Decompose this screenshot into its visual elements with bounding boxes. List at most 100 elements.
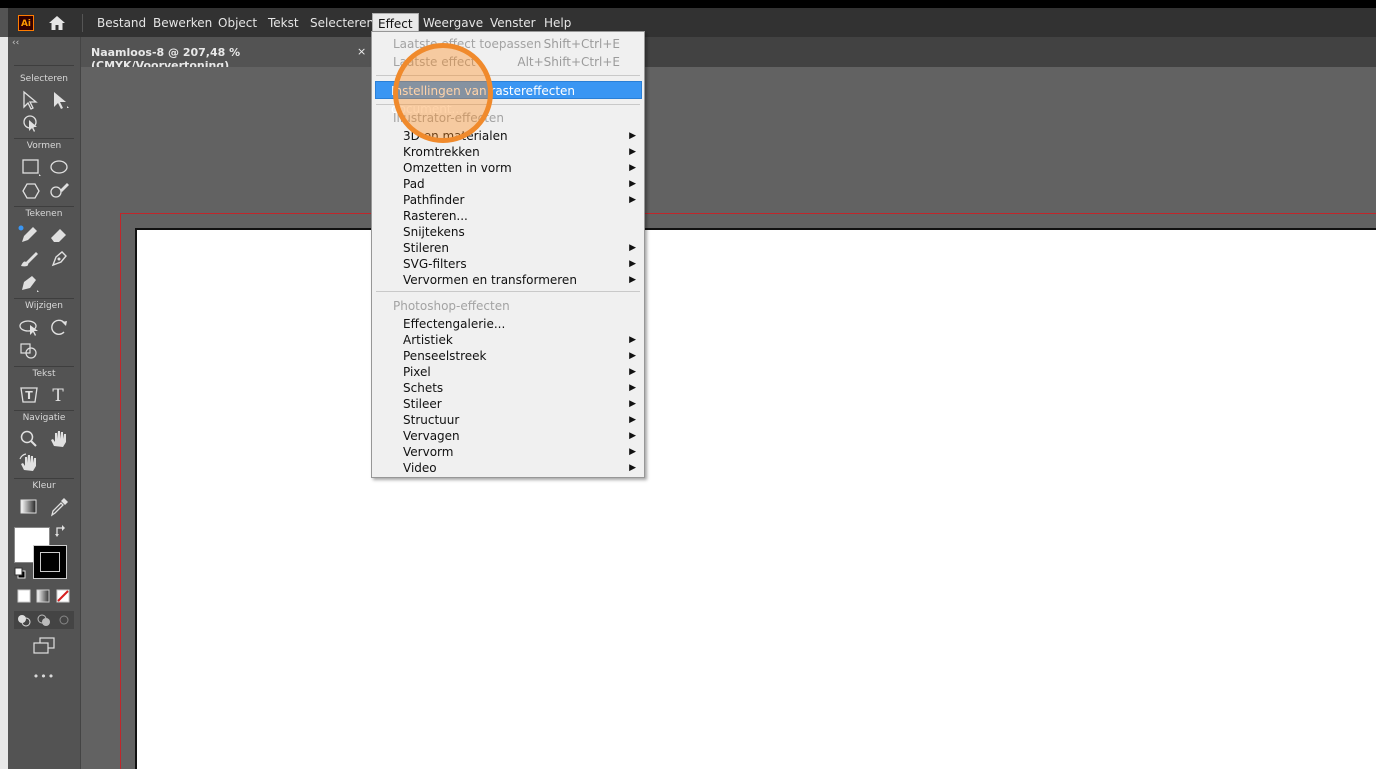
menu-tekst[interactable]: Tekst [263, 13, 304, 33]
menu-help[interactable]: Help [539, 13, 576, 33]
submenu-arrow-icon: ▶ [629, 243, 636, 253]
rotate-tool-icon[interactable] [48, 317, 70, 337]
eraser-tool-icon[interactable] [48, 225, 70, 245]
group-selection-tool-icon[interactable] [20, 114, 42, 134]
document-tab-bar: Naamloos-8 @ 207,48 % (CMYK/Voorvertonin… [81, 37, 1376, 72]
artboard[interactable] [135, 228, 1376, 769]
home-icon[interactable] [48, 14, 66, 32]
menu-item-omzetten-in-vorm[interactable]: Omzetten in vorm ▶ [372, 160, 644, 176]
close-icon[interactable]: × [357, 45, 366, 58]
click-highlight-circle [393, 43, 493, 143]
submenu-arrow-icon: ▶ [629, 415, 636, 425]
menu-item-schets[interactable]: Schets ▶ [372, 380, 644, 396]
stroke-swatch-inner [40, 552, 60, 572]
menu-item-vervormen-en-transformeren[interactable]: Vervormen en transformeren ▶ [372, 272, 644, 288]
gradient-mode-icon[interactable] [35, 588, 51, 604]
eyedropper-tool-icon[interactable] [48, 497, 70, 517]
menu-venster[interactable]: Venster [485, 13, 541, 33]
paintbrush-tool-icon[interactable] [18, 249, 40, 269]
menu-bewerken[interactable]: Bewerken [148, 13, 217, 33]
menu-item-snijtekens[interactable]: Snijtekens [372, 224, 644, 240]
submenu-arrow-icon: ▶ [629, 275, 636, 285]
panel-divider [14, 366, 74, 367]
menu-item-stileren[interactable]: Stileren ▶ [372, 240, 644, 256]
group-label-tekst: Tekst [32, 369, 56, 379]
menu-effect[interactable]: Effect [372, 13, 419, 33]
submenu-arrow-icon: ▶ [629, 147, 636, 157]
polygon-tool-icon[interactable] [20, 181, 42, 201]
menu-weergave[interactable]: Weergave [418, 13, 488, 33]
menu-item-vervorm[interactable]: Vervorm ▶ [372, 444, 644, 460]
none-mode-icon[interactable] [55, 588, 71, 604]
menu-item-rasteren[interactable]: Rasteren... [372, 208, 644, 224]
touch-type-tool-icon[interactable]: T [18, 385, 40, 405]
group-label-vormen: Vormen [26, 141, 62, 151]
selection-tool-icon[interactable] [20, 90, 42, 110]
menu-item-label: Video [403, 461, 437, 475]
menu-separator [82, 14, 83, 32]
gradient-tool-icon[interactable] [18, 497, 40, 517]
pencil-tool-icon[interactable] [18, 225, 40, 245]
menu-item-apply-last-effect: Laatste effect toepassen Shift+Ctrl+E [393, 37, 620, 51]
submenu-arrow-icon: ▶ [629, 335, 636, 345]
draw-behind-icon[interactable] [36, 612, 52, 628]
illustrator-logo-icon: Ai [18, 15, 34, 31]
menu-item-pixel[interactable]: Pixel ▶ [372, 364, 644, 380]
submenu-arrow-icon: ▶ [629, 447, 636, 457]
svg-text:T: T [52, 386, 64, 405]
swap-colors-icon[interactable] [54, 524, 68, 538]
rotate-view-tool-icon[interactable] [18, 453, 40, 473]
menu-item-structuur[interactable]: Structuur ▶ [372, 412, 644, 428]
menu-item-pathfinder[interactable]: Pathfinder ▶ [372, 192, 644, 208]
menu-item-label: Stileren [403, 241, 450, 255]
menu-item-vervagen[interactable]: Vervagen ▶ [372, 428, 644, 444]
tools-panel: ‹‹ Selecteren Vormen Tekenen Wijzigen Te… [8, 37, 81, 769]
svg-text:T: T [25, 389, 33, 402]
menu-selecteren[interactable]: Selecteren [305, 13, 379, 33]
width-tool-icon[interactable] [18, 317, 40, 337]
menu-item-label: Effectengalerie... [403, 317, 506, 331]
screen-mode-icon[interactable] [32, 637, 56, 655]
blob-brush-tool-icon[interactable] [48, 249, 70, 269]
shaper-tool-icon[interactable] [48, 181, 70, 201]
default-colors-icon[interactable] [14, 567, 26, 579]
draw-inside-icon[interactable] [56, 612, 72, 628]
direct-selection-tool-icon[interactable] [50, 90, 72, 110]
menu-item-label: Stileer [403, 397, 442, 411]
menu-item-label: Vervormen en transformeren [403, 273, 577, 287]
ellipse-tool-icon[interactable] [48, 157, 70, 177]
menu-item-artistiek[interactable]: Artistiek ▶ [372, 332, 644, 348]
menu-item-effectengalerie[interactable]: Effectengalerie... [372, 316, 644, 332]
menu-item-video[interactable]: Video ▶ [372, 460, 644, 476]
menu-item-label: Omzetten in vorm [403, 161, 512, 175]
menu-bestand[interactable]: Bestand [92, 13, 151, 33]
submenu-arrow-icon: ▶ [629, 131, 636, 141]
pen-tool-icon[interactable] [18, 273, 40, 293]
panel-divider [14, 138, 74, 139]
shape-builder-tool-icon[interactable] [18, 341, 40, 361]
collapse-panel-icon[interactable]: ‹‹ [12, 38, 19, 48]
menu-item-label: Vervorm [403, 445, 454, 459]
group-label-wijzigen: Wijzigen [25, 301, 63, 311]
panel-divider [14, 65, 74, 66]
menu-bar: Ai Bestand Bewerken Object Tekst Selecte… [8, 8, 1376, 37]
panel-divider [14, 298, 74, 299]
menu-item-stileer[interactable]: Stileer ▶ [372, 396, 644, 412]
zoom-tool-icon[interactable] [18, 429, 40, 449]
submenu-arrow-icon: ▶ [629, 367, 636, 377]
color-mode-icon[interactable] [16, 588, 32, 604]
menu-object[interactable]: Object [213, 13, 262, 33]
rectangle-tool-icon[interactable] [20, 157, 42, 177]
menu-item-kromtrekken[interactable]: Kromtrekken ▶ [372, 144, 644, 160]
group-label-navigatie: Navigatie [22, 413, 66, 423]
more-tools-icon[interactable]: ••• [8, 670, 80, 683]
stroke-swatch[interactable] [33, 545, 67, 579]
menu-item-penseelstreek[interactable]: Penseelstreek ▶ [372, 348, 644, 364]
menu-item-pad[interactable]: Pad ▶ [372, 176, 644, 192]
document-tab[interactable]: Naamloos-8 @ 207,48 % (CMYK/Voorvertonin… [81, 37, 372, 72]
type-tool-icon[interactable]: T [48, 385, 70, 405]
hand-tool-icon[interactable] [48, 429, 70, 449]
menu-item-label: Rasteren... [403, 209, 468, 223]
menu-item-svg-filters[interactable]: SVG-filters ▶ [372, 256, 644, 272]
draw-normal-icon[interactable] [16, 612, 32, 628]
